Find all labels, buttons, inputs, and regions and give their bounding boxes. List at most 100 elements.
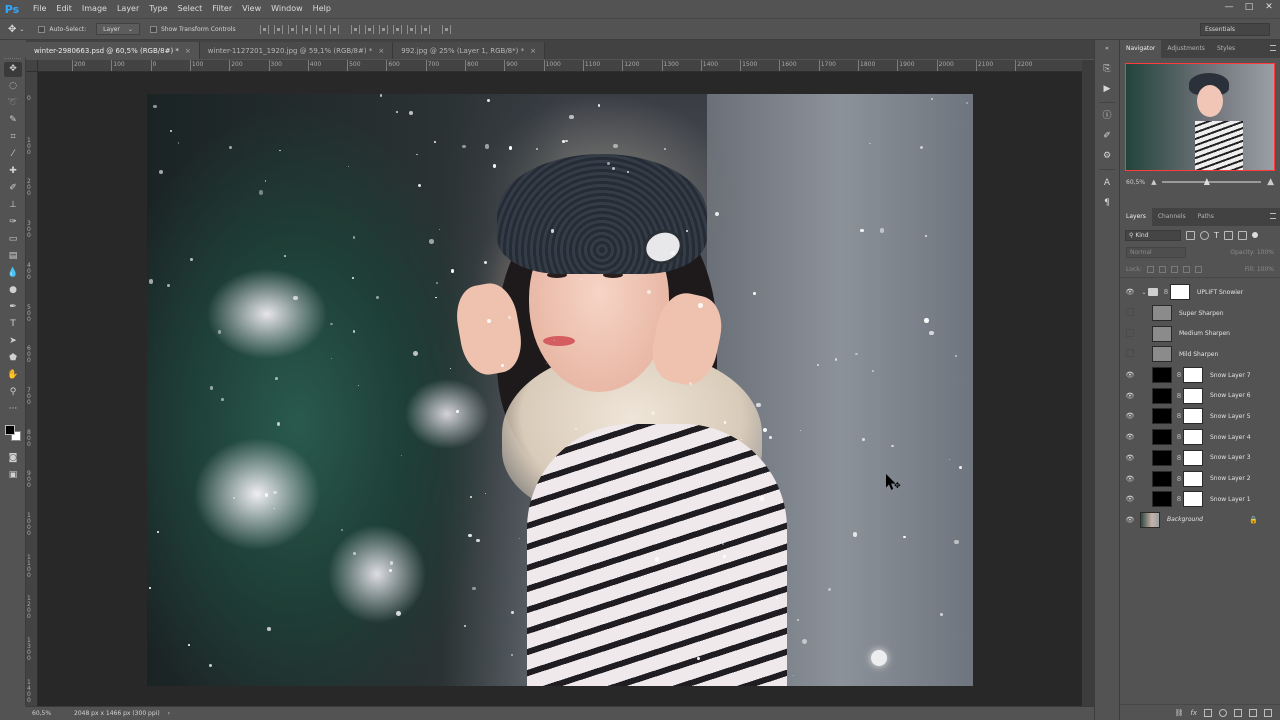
link-icon[interactable]: 8 xyxy=(1175,433,1183,441)
visibility-eye-icon[interactable]: 👁 xyxy=(1120,371,1140,379)
vertical-ruler[interactable]: 0 100 200 300 400 500 600 700 800 900 1000 1100 1200… xyxy=(26,72,38,706)
layer-row[interactable]: 👁 8 Snow Layer 1 xyxy=(1120,489,1280,510)
opacity-value[interactable]: 100% xyxy=(1257,249,1274,256)
panel-menu-icon[interactable] xyxy=(1270,45,1276,51)
lock-all-icon[interactable] xyxy=(1194,265,1202,273)
align-bottom-icon[interactable] xyxy=(287,24,297,34)
layer-row[interactable]: 👁 8 Snow Layer 6 xyxy=(1120,385,1280,406)
eraser-tool-icon[interactable]: ▭ xyxy=(4,232,22,247)
layer-name[interactable]: Mild Sharpen xyxy=(1179,351,1218,358)
panel-grip[interactable] xyxy=(4,58,21,60)
layer-name[interactable]: Background xyxy=(1167,516,1203,523)
visibility-eye-icon[interactable]: 👁 xyxy=(1120,516,1140,524)
menu-layer[interactable]: Layer xyxy=(112,0,144,18)
lock-icon[interactable]: 🔒 xyxy=(1249,516,1258,524)
canvas-area[interactable] xyxy=(38,72,1082,706)
panel-menu-icon[interactable] xyxy=(1270,213,1276,219)
visibility-eye-icon[interactable]: 👁 xyxy=(1120,392,1140,400)
shape-filter-icon[interactable] xyxy=(1223,230,1233,240)
layer-style-icon[interactable]: fx xyxy=(1190,709,1197,717)
actions-panel-icon[interactable]: ▶ xyxy=(1100,82,1114,96)
fill-value[interactable]: 100% xyxy=(1257,266,1274,273)
hand-tool-icon[interactable]: ✋ xyxy=(4,368,22,383)
type-tool-icon[interactable]: T xyxy=(4,317,22,332)
document-info[interactable]: 2048 px x 1466 px (300 ppi) xyxy=(74,710,160,717)
show-transform-checkbox[interactable]: Show Transform Controls xyxy=(149,25,236,33)
close-button[interactable]: ✕ xyxy=(1264,2,1274,12)
ruler-origin[interactable] xyxy=(26,60,38,72)
menu-window[interactable]: Window xyxy=(266,0,308,18)
foreground-color-swatch[interactable] xyxy=(5,425,15,435)
blend-mode-select[interactable]: Normal xyxy=(1126,247,1186,258)
layer-row[interactable]: 👁 8 Snow Layer 2 xyxy=(1120,468,1280,489)
layer-thumbnail[interactable] xyxy=(1152,449,1172,466)
close-tab-icon[interactable]: × xyxy=(378,47,384,55)
info-panel-icon[interactable]: ⓘ xyxy=(1100,109,1114,123)
zoom-in-icon[interactable]: ▲ xyxy=(1267,177,1274,187)
layer-row[interactable]: 👁 8 Snow Layer 7 xyxy=(1120,365,1280,386)
align-top-icon[interactable] xyxy=(259,24,269,34)
tool-presets-icon[interactable]: ⚙ xyxy=(1100,149,1114,163)
tab-paths[interactable]: Paths xyxy=(1192,208,1220,226)
document-image[interactable] xyxy=(147,94,973,686)
layer-row[interactable]: Mild Sharpen xyxy=(1120,344,1280,365)
filter-toggle-icon[interactable] xyxy=(1251,232,1258,238)
brush-panel-icon[interactable]: ✐ xyxy=(1100,129,1114,143)
lock-image-icon[interactable] xyxy=(1158,265,1166,273)
layer-row-group[interactable]: 👁 ⌄ 8 UPLIFT Snowier xyxy=(1120,282,1280,303)
link-icon[interactable]: 8 xyxy=(1175,371,1183,379)
menu-help[interactable]: Help xyxy=(308,0,336,18)
more-tools-icon[interactable]: ··· xyxy=(4,402,22,417)
add-mask-icon[interactable] xyxy=(1204,708,1212,717)
smart-object-filter-icon[interactable] xyxy=(1237,230,1247,240)
layer-thumbnail[interactable] xyxy=(1152,305,1172,322)
menu-edit[interactable]: Edit xyxy=(51,0,77,18)
vertical-scrollbar[interactable] xyxy=(1082,60,1094,706)
layer-mask-thumbnail[interactable] xyxy=(1183,470,1203,487)
maximize-button[interactable]: □ xyxy=(1244,2,1254,12)
link-icon[interactable]: 8 xyxy=(1175,454,1183,462)
workspace-switcher[interactable]: Essentials xyxy=(1200,23,1270,36)
distribute-top-icon[interactable] xyxy=(350,24,360,34)
custom-shape-tool-icon[interactable]: ⬟ xyxy=(4,351,22,366)
visibility-eye-icon[interactable]: 👁 xyxy=(1120,433,1140,441)
document-tab[interactable]: winter-1127201_1920.jpg @ 59,1% (RGB/8#)… xyxy=(199,42,394,59)
link-layers-icon[interactable]: ⛓ xyxy=(1175,709,1184,717)
layer-mask-thumbnail[interactable] xyxy=(1183,408,1203,425)
layer-row[interactable]: 👁 8 Snow Layer 5 xyxy=(1120,406,1280,427)
opacity-control[interactable]: Opacity: 100% xyxy=(1230,249,1274,256)
layer-mask-thumbnail[interactable] xyxy=(1183,387,1203,404)
layer-row[interactable]: Super Sharpen xyxy=(1120,303,1280,324)
close-tab-icon[interactable]: × xyxy=(185,47,191,55)
visibility-eye-icon[interactable]: 👁 xyxy=(1120,454,1140,462)
tab-adjustments[interactable]: Adjustments xyxy=(1161,40,1211,58)
layer-thumbnail[interactable] xyxy=(1140,511,1160,528)
link-icon[interactable]: 8 xyxy=(1175,475,1183,483)
brush-tool-icon[interactable]: ✐ xyxy=(4,181,22,196)
zoom-tool-icon[interactable]: ⚲ xyxy=(4,385,22,400)
paragraph-panel-icon[interactable]: ¶ xyxy=(1100,196,1114,210)
menu-file[interactable]: File xyxy=(28,0,51,18)
tab-channels[interactable]: Channels xyxy=(1152,208,1192,226)
layer-name[interactable]: UPLIFT Snowier xyxy=(1197,289,1243,296)
distribute-hcenter-icon[interactable] xyxy=(406,24,416,34)
screen-mode-icon[interactable]: ▣ xyxy=(4,468,22,483)
menu-filter[interactable]: Filter xyxy=(207,0,237,18)
tab-navigator[interactable]: Navigator xyxy=(1120,40,1162,58)
fill-control[interactable]: Fill: 100% xyxy=(1245,266,1274,273)
visibility-toggle[interactable] xyxy=(1120,349,1140,359)
visibility-eye-icon[interactable]: 👁 xyxy=(1120,288,1140,296)
layer-name[interactable]: Snow Layer 6 xyxy=(1210,392,1251,399)
layer-thumbnail[interactable] xyxy=(1152,325,1172,342)
layer-name[interactable]: Snow Layer 1 xyxy=(1210,496,1251,503)
path-selection-tool-icon[interactable]: ➤ xyxy=(4,334,22,349)
character-panel-icon[interactable]: A xyxy=(1100,176,1114,190)
menu-select[interactable]: Select xyxy=(173,0,208,18)
new-group-icon[interactable] xyxy=(1234,708,1242,717)
new-layer-icon[interactable] xyxy=(1249,708,1257,717)
align-right-icon[interactable] xyxy=(329,24,339,34)
delete-layer-icon[interactable] xyxy=(1264,708,1272,717)
document-tab[interactable]: 992.jpg @ 25% (Layer 1, RGB/8*) * × xyxy=(393,42,545,59)
link-icon[interactable]: 8 xyxy=(1175,392,1183,400)
navigator-preview[interactable] xyxy=(1125,63,1275,171)
